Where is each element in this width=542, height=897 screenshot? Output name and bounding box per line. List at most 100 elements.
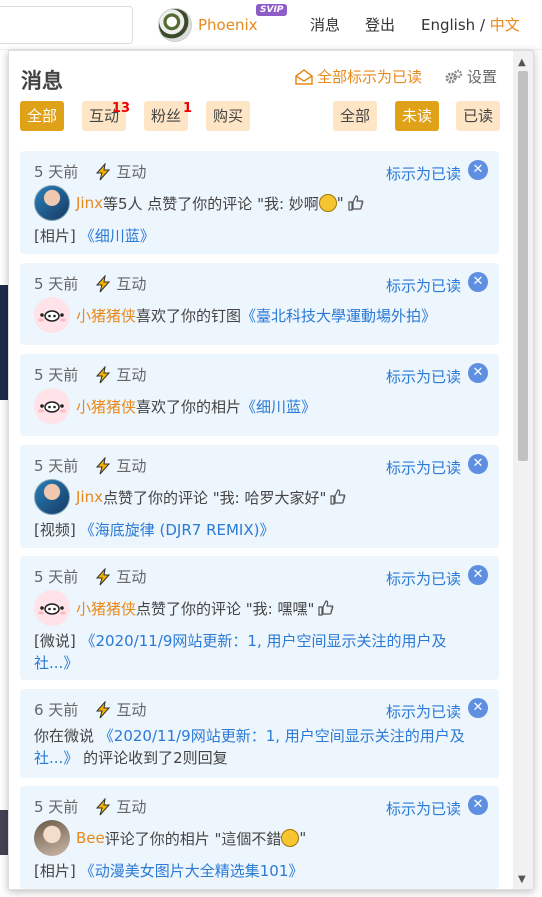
unread-count-badge: 1 xyxy=(182,101,193,116)
notification-item[interactable]: 5 天前 互动 标示为已读 ✕ 小猪猪侠 点赞了你的评论 "我: 嘿嘿" [微说]… xyxy=(20,556,499,680)
nav-messages[interactable]: 消息 xyxy=(310,14,340,35)
user-avatar[interactable] xyxy=(34,479,70,515)
mark-read-link[interactable]: 标示为已读 xyxy=(386,366,461,387)
type: 互动 xyxy=(116,701,147,719)
bracket-close: 》 xyxy=(259,521,275,539)
pig-avatar-icon[interactable] xyxy=(34,590,70,626)
time: 5 天前 xyxy=(34,366,79,384)
bracket-close: 》 xyxy=(63,654,79,672)
search-input[interactable] xyxy=(0,6,133,44)
mark-read-link[interactable]: 标示为已读 xyxy=(386,275,461,296)
notification-item[interactable]: 5 天前 互动 标示为已读 ✕ 小猪猪侠 喜欢了你的相片 《 细川蓝 》 xyxy=(20,354,499,436)
mark-all-read-button[interactable]: 全部标示为已读 xyxy=(295,66,422,87)
lang-chinese[interactable]: 中文 xyxy=(490,16,520,34)
notification-item[interactable]: 5 天前 互动 标示为已读 ✕ Jinx 点赞了你的评论 "我: 哈罗大家好" [… xyxy=(20,445,499,548)
mark-read-link[interactable]: 标示为已读 xyxy=(386,457,461,478)
filter-unread[interactable]: 未读 xyxy=(395,101,440,131)
close-circle-icon[interactable]: ✕ xyxy=(468,272,488,292)
notification-text: 评论了你的相片 "這個不錯 xyxy=(104,829,282,848)
notification-meta: 5 天前 互动 xyxy=(34,566,146,587)
bracket-close: 》 xyxy=(421,306,437,325)
user-avatar[interactable] xyxy=(34,185,70,221)
content-link[interactable]: 臺北科技大學運動場外拍 xyxy=(256,305,421,326)
time: 6 天前 xyxy=(34,701,79,719)
filter-all[interactable]: 全部 xyxy=(333,101,378,131)
scroll-down-icon[interactable]: ▼ xyxy=(518,874,526,885)
user-avatar[interactable] xyxy=(158,8,192,42)
time: 5 天前 xyxy=(34,457,79,475)
notification-popup: 消息 全部标示为已读 设置 全部 互动 13 粉丝 1 购买 全部 未读 已读 5 … xyxy=(8,50,534,890)
notification-body: 小猪猪侠 喜欢了你的相片 《 细川蓝 》 xyxy=(34,388,316,424)
user-avatar[interactable] xyxy=(34,820,70,856)
notification-item[interactable]: 5 天前 互动 标示为已读 ✕ 小猪猪侠 喜欢了你的钉图 《 臺北科技大學運動場外… xyxy=(20,263,499,345)
category-label: [视频] xyxy=(34,521,76,539)
tab-purchase[interactable]: 购买 xyxy=(206,101,251,131)
notification-item[interactable]: 5 天前 互动 标示为已读 ✕ Bee 评论了你的相片 "這個不錯 " [相片] … xyxy=(20,786,499,889)
tab-label: 未读 xyxy=(402,107,433,125)
notification-item[interactable]: 6 天前 互动 标示为已读 ✕ 你在微说 《2020/11/9网站更新：1, 用户… xyxy=(20,689,499,778)
time: 5 天前 xyxy=(34,275,79,293)
top-navbar: Phoenix SVIP 消息 登出 English / 中文 xyxy=(0,0,542,50)
svip-badge: SVIP xyxy=(256,4,288,16)
notification-item[interactable]: 5 天前 互动 标示为已读 ✕ Jinx 等5人 点赞了你的评论 "我: 妙啊 "… xyxy=(20,151,499,254)
user-link[interactable]: Jinx xyxy=(76,488,103,506)
close-circle-icon[interactable]: ✕ xyxy=(468,454,488,474)
notification-target: [相片] 《 细川蓝 》 xyxy=(34,225,155,246)
user-link[interactable]: Jinx xyxy=(76,194,103,212)
content-link[interactable]: 细川蓝 xyxy=(95,225,140,246)
bracket-open: 《 xyxy=(79,521,95,539)
user-link[interactable]: 小猪猪侠 xyxy=(76,305,136,326)
notification-body: Jinx 等5人 点赞了你的评论 "我: 妙啊 " xyxy=(34,185,364,221)
user-link[interactable]: Bee xyxy=(76,829,105,847)
mark-read-link[interactable]: 标示为已读 xyxy=(386,798,461,819)
filter-read[interactable]: 已读 xyxy=(456,101,501,131)
content-link[interactable]: 海底旋律 (DJR7 REMIX) xyxy=(95,519,260,540)
bracket-open: 《 xyxy=(98,727,114,745)
close-circle-icon[interactable]: ✕ xyxy=(468,565,488,585)
nav-logout[interactable]: 登出 xyxy=(365,14,395,35)
close-circle-icon[interactable]: ✕ xyxy=(468,698,488,718)
content-link[interactable]: 2020/11/9网站更新：1, 用户空间显示关注的用户及社... xyxy=(34,632,447,672)
settings-label: 设置 xyxy=(467,68,498,86)
mark-read-link[interactable]: 标示为已读 xyxy=(386,163,461,184)
tab-label: 全部 xyxy=(27,107,58,125)
notification-prefix: 你在微说 xyxy=(34,727,99,745)
mark-read-link[interactable]: 标示为已读 xyxy=(386,568,461,589)
notification-text: 喜欢了你的相片 xyxy=(136,397,242,416)
popup-scrollbar[interactable]: ▲ ▼ xyxy=(513,51,533,889)
type: 互动 xyxy=(116,275,147,293)
tab-fans[interactable]: 粉丝 1 xyxy=(144,101,192,131)
notification-text: 点赞了你的评论 "我: 哈罗大家好" xyxy=(102,488,327,507)
content-link[interactable]: 动漫美女图片大全精选集101 xyxy=(95,860,289,881)
content-link[interactable]: 细川蓝 xyxy=(256,396,301,417)
scroll-up-icon[interactable]: ▲ xyxy=(518,57,526,68)
user-link[interactable]: 小猪猪侠 xyxy=(76,598,136,619)
lightning-icon xyxy=(96,274,111,292)
mark-read-link[interactable]: 标示为已读 xyxy=(386,701,461,722)
bracket-open: 《 xyxy=(79,227,95,245)
scrollbar-thumb[interactable] xyxy=(518,71,528,461)
tab-interaction[interactable]: 互动 13 xyxy=(82,101,130,131)
notification-suffix: 的评论收到了2则回复 xyxy=(78,749,228,767)
type: 互动 xyxy=(116,457,147,475)
close-circle-icon[interactable]: ✕ xyxy=(468,363,488,383)
notification-meta: 5 天前 互动 xyxy=(34,796,146,817)
notification-target: [视频] 《 海底旋律 (DJR7 REMIX) 》 xyxy=(34,519,274,540)
lang-separator: / xyxy=(479,16,486,34)
pig-avatar-icon[interactable] xyxy=(34,388,70,424)
close-circle-icon[interactable]: ✕ xyxy=(468,795,488,815)
user-menu[interactable]: Phoenix SVIP xyxy=(158,4,288,42)
bracket-open: 《 xyxy=(241,306,257,325)
pig-avatar-icon[interactable] xyxy=(34,297,70,333)
user-link[interactable]: 小猪猪侠 xyxy=(76,396,136,417)
username[interactable]: Phoenix xyxy=(198,16,258,34)
category-label: [相片] xyxy=(34,227,76,245)
unread-count-badge: 13 xyxy=(111,101,131,116)
notification-target: [微说] 《2020/11/9网站更新：1, 用户空间显示关注的用户及社...》 xyxy=(34,630,474,674)
type: 互动 xyxy=(116,568,147,586)
close-circle-icon[interactable]: ✕ xyxy=(468,160,488,180)
lang-english[interactable]: English xyxy=(421,16,475,34)
settings-button[interactable]: 设置 xyxy=(445,66,497,87)
tab-all-types[interactable]: 全部 xyxy=(20,101,65,131)
type: 互动 xyxy=(116,163,147,181)
